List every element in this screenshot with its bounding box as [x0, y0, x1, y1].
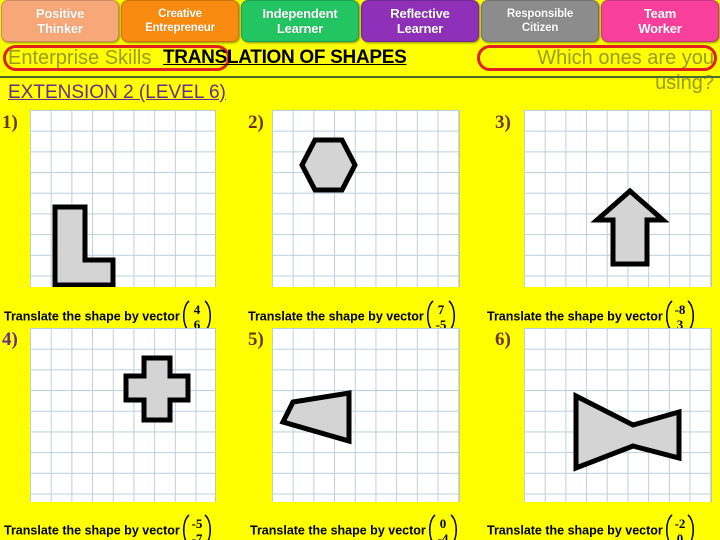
quadrilateral-notch-shape [279, 390, 352, 445]
learner-attributes-bar: Positive Thinker Creative Entrepreneur Indep… [0, 0, 720, 42]
panel-number-label: 5) [248, 329, 264, 350]
shape-canvas [52, 204, 116, 287]
header-button-label-line2: Learner [276, 21, 324, 36]
l-shape [52, 204, 116, 287]
translation-instruction-text: Translate the shape by vector [4, 523, 180, 538]
translation-instruction-text: Translate the shape by vector [4, 309, 180, 324]
header-button-label-line2: Learner [396, 21, 444, 36]
header-button-label-line2: Citizen [521, 22, 559, 34]
header-button-label-line1: Responsible [506, 8, 574, 20]
header-button-reflective-learner[interactable]: Reflective Learner [361, 0, 479, 42]
header-button-label-line2: Entrepreneur [145, 22, 215, 34]
translation-vector: 0 -4 [426, 513, 460, 540]
header-button-label-line1: Creative [158, 8, 202, 20]
translation-instruction-text: Translate the shape by vector [487, 309, 663, 324]
coordinate-grid [30, 110, 216, 287]
vector-x-value: 7 [438, 302, 445, 317]
vector-x-value: 4 [194, 302, 201, 317]
question-prompt: Which ones are you using? [537, 47, 714, 94]
coordinate-grid [524, 110, 712, 287]
header-button-positive-thinker[interactable]: Positive Thinker [1, 0, 119, 42]
translation-vector: -2 0 [663, 513, 697, 540]
coordinate-grid [30, 328, 216, 502]
header-button-creative-entrepreneur[interactable]: Creative Entrepreneur [121, 0, 239, 42]
hexagon-shape [299, 137, 358, 193]
shape-canvas [590, 187, 670, 267]
coordinate-grid [524, 328, 712, 502]
header-button-label-line2: Thinker [37, 21, 83, 36]
vector-x-value: 0 [440, 516, 447, 531]
up-arrow-shape [590, 187, 670, 267]
vector-x-value: -5 [191, 516, 202, 531]
panel-number-label: 4) [2, 329, 18, 350]
slide-root: Positive Thinker Creative Entrepreneur Indep… [0, 0, 720, 540]
header-button-label-line2: Worker [638, 21, 682, 36]
header-button-label-line1: Positive [35, 6, 85, 21]
coordinate-grid [272, 110, 460, 287]
enterprise-skills-label: Enterprise Skills [8, 47, 152, 69]
shape-canvas [123, 355, 191, 423]
vector-y-value: -4 [437, 531, 448, 540]
translation-vector: -5 -7 [180, 513, 214, 540]
header-button-label-line1: Independent [262, 6, 338, 21]
translation-instruction-text: Translate the shape by vector [487, 523, 663, 538]
panel-number-label: 6) [495, 329, 511, 350]
translation-instruction: Translate the shape by vector -2 0 [487, 514, 697, 540]
bowtie-shape [573, 391, 682, 472]
vector-x-value: -8 [674, 302, 685, 317]
shape-canvas [573, 391, 682, 472]
panel-number-label: 3) [495, 112, 511, 133]
vector-y-value: 0 [677, 531, 684, 540]
header-button-team-worker[interactable]: Team Worker [601, 0, 719, 42]
cross-shape [123, 355, 191, 423]
header-button-independent-learner[interactable]: Independent Learner [241, 0, 359, 42]
translation-instruction-text: Translate the shape by vector [248, 309, 424, 324]
header-button-responsible-citizen[interactable]: Responsible Citizen [481, 0, 599, 42]
panel-number-label: 2) [248, 112, 264, 133]
header-button-label-line1: Reflective [390, 6, 450, 21]
extension-subtitle: EXTENSION 2 (LEVEL 6) [8, 82, 226, 103]
horizontal-divider [0, 76, 720, 78]
panel-number-label: 1) [2, 112, 18, 133]
vector-y-value: -7 [191, 531, 202, 540]
coordinate-grid [272, 328, 460, 502]
translation-instruction: Translate the shape by vector -5 -7 [4, 514, 214, 540]
vector-x-value: -2 [674, 516, 685, 531]
translation-instruction: Translate the shape by vector 0 -4 [250, 514, 460, 540]
translation-instruction-text: Translate the shape by vector [250, 523, 426, 538]
shape-canvas [279, 390, 352, 445]
header-button-label-line1: Team [643, 6, 677, 21]
shape-canvas [299, 137, 358, 193]
